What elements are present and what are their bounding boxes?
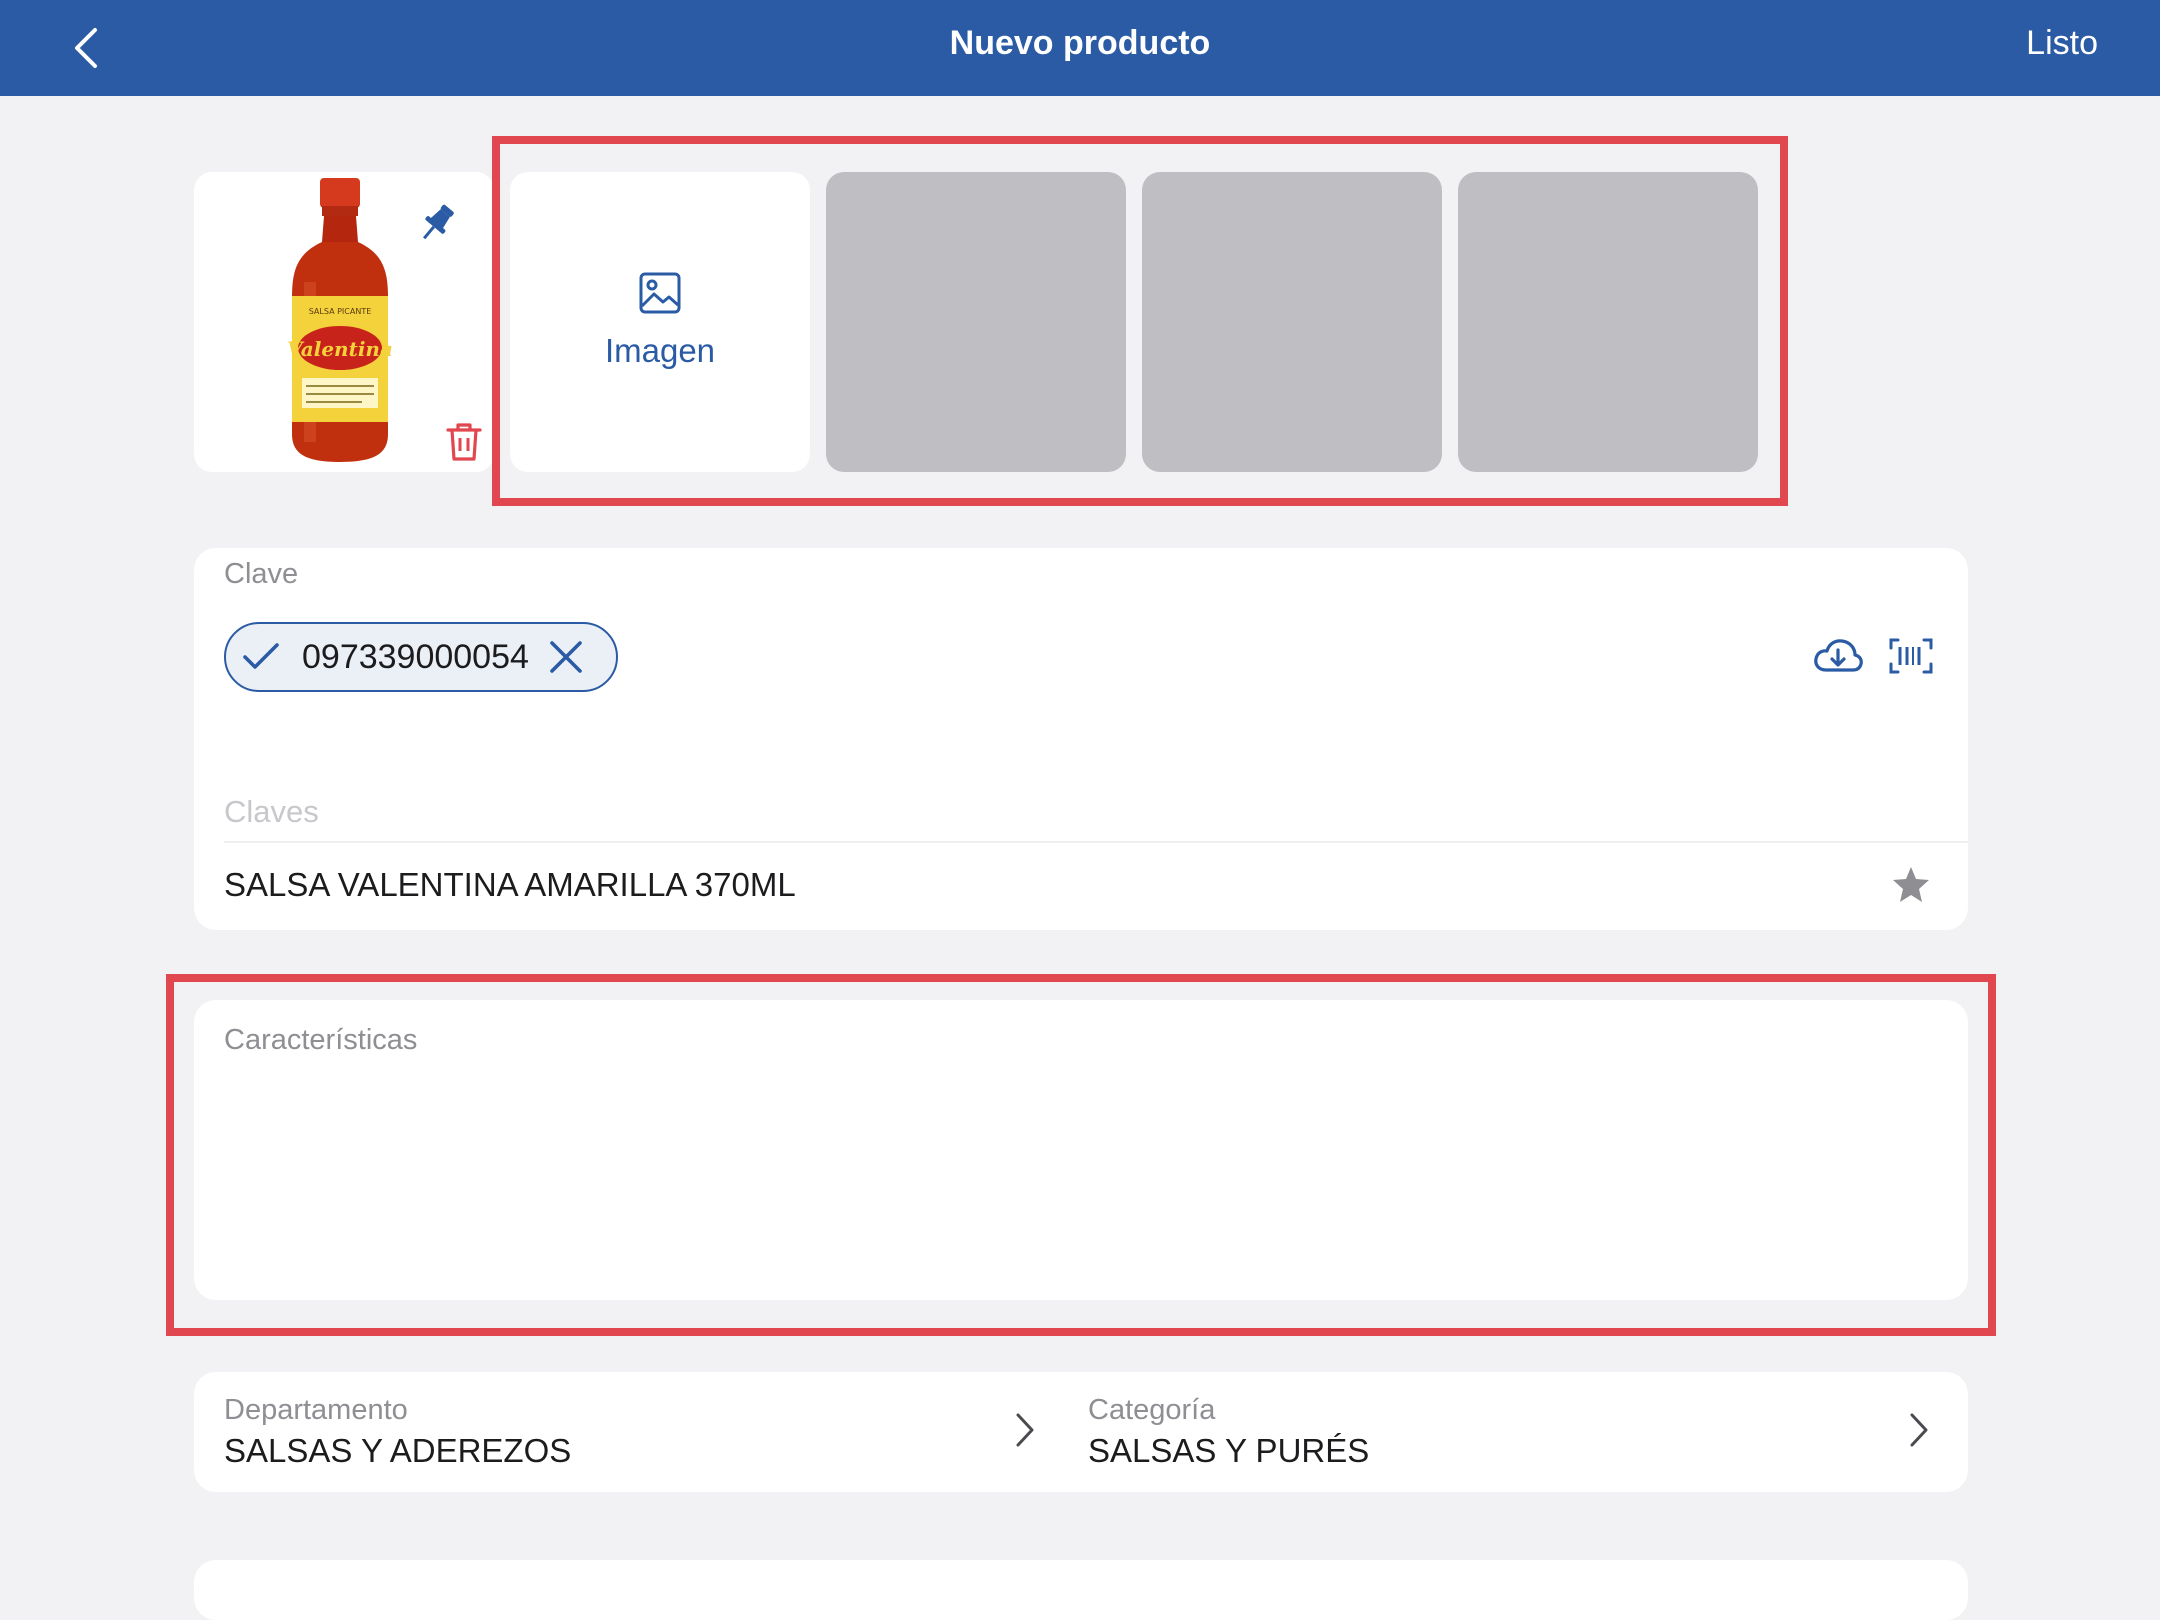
page-title: Nuevo producto	[949, 24, 1211, 62]
bottle-brand-text: Valentina	[287, 337, 393, 361]
product-name-value[interactable]: SALSA VALENTINA AMARILLA 370ML	[224, 866, 796, 904]
classification-card: Departamento SALSAS Y ADEREZOS Categoría…	[194, 1372, 1968, 1492]
empty-image-slot	[1458, 172, 1758, 472]
barcode-value: 097339000054	[302, 637, 529, 676]
remove-chip-button[interactable]	[549, 640, 583, 674]
delete-photo-button[interactable]	[434, 412, 494, 472]
claves-placeholder[interactable]: Claves	[224, 794, 319, 830]
chevron-right-icon	[1910, 1413, 1928, 1447]
department-picker[interactable]: Departamento SALSAS Y ADEREZOS	[224, 1372, 1054, 1492]
pin-button[interactable]	[414, 200, 460, 246]
caracteristicas-placeholder: Características	[224, 1024, 418, 1056]
caracteristicas-card[interactable]: Características	[194, 1000, 1968, 1300]
next-section-card	[194, 1560, 1968, 1620]
divider	[224, 841, 1968, 843]
check-icon	[243, 643, 279, 669]
navigation-bar: Nuevo producto Listo	[0, 0, 2160, 96]
favorite-button[interactable]	[1888, 862, 1934, 908]
category-value: SALSAS Y PURÉS	[1088, 1432, 1370, 1469]
image-icon	[639, 272, 681, 314]
bottle-top-text: SALSA PICANTE	[309, 307, 372, 316]
scan-barcode-button[interactable]	[1888, 634, 1934, 678]
category-picker[interactable]: Categoría SALSAS Y PURÉS	[1088, 1372, 1928, 1492]
barcode-chip[interactable]: 097339000054	[224, 622, 618, 692]
category-label: Categoría	[1088, 1394, 1216, 1426]
pin-icon	[422, 204, 454, 240]
main-product-photo[interactable]: Valentina SALSA PICANTE	[194, 172, 494, 472]
department-label: Departamento	[224, 1394, 408, 1426]
product-key-card: Clave 097339000054 Claves SALSA VALENTIN…	[194, 548, 1968, 930]
department-value: SALSAS Y ADEREZOS	[224, 1432, 572, 1469]
star-icon	[1893, 867, 1929, 902]
empty-image-slot	[826, 172, 1126, 472]
chevron-right-icon	[1016, 1413, 1034, 1447]
add-image-label: Imagen	[604, 332, 716, 369]
barcode-scan-icon	[1889, 638, 1933, 674]
done-button[interactable]: Listo	[2026, 24, 2098, 63]
download-button[interactable]	[1810, 634, 1866, 678]
empty-image-slot	[1142, 172, 1442, 472]
add-image-button[interactable]: Imagen	[510, 172, 810, 472]
trash-icon	[446, 423, 482, 461]
cloud-download-icon	[1814, 639, 1863, 672]
close-icon	[550, 641, 582, 673]
clave-label: Clave	[224, 558, 299, 590]
